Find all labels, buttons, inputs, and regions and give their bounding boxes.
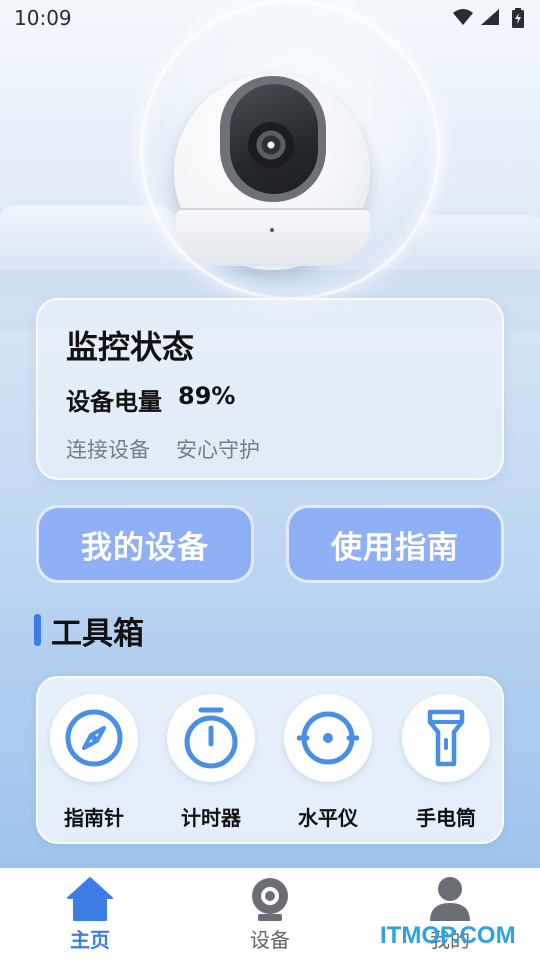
- battery-charging-icon: [512, 8, 524, 28]
- nav-devices[interactable]: 设备: [220, 876, 320, 956]
- heading-accent-bar: [34, 614, 41, 646]
- user-icon: [430, 877, 470, 921]
- monitor-status-card: 监控状态 设备电量 89% 连接设备 安心守护: [36, 298, 504, 480]
- nav-home[interactable]: 主页: [40, 876, 140, 956]
- status-time: 10:09: [14, 6, 72, 30]
- my-devices-button[interactable]: 我的设备: [36, 505, 254, 583]
- battery-label: 设备电量: [66, 388, 162, 416]
- sofa-background-right: [420, 215, 540, 275]
- peace-of-mind-text: 安心守护: [176, 438, 260, 462]
- battery-value: 89%: [178, 382, 236, 410]
- tool-label: 指南针: [64, 806, 124, 830]
- wifi-icon: [453, 9, 473, 25]
- home-screen: 10:09 监控状态 设备电量 89% 连接设备 安心守护 我的设备 使用指南: [0, 0, 540, 868]
- watermark-text: ITMOP.COM: [380, 922, 516, 949]
- tool-flashlight[interactable]: 手电筒: [396, 694, 496, 834]
- tool-compass[interactable]: 指南针: [44, 694, 144, 834]
- camera-icon: [252, 878, 288, 921]
- level-icon: [297, 711, 359, 765]
- battery-row: 设备电量 89%: [66, 382, 235, 417]
- user-guide-button[interactable]: 使用指南: [286, 505, 504, 583]
- tool-timer[interactable]: 计时器: [161, 694, 261, 834]
- tool-level[interactable]: 水平仪: [278, 694, 378, 834]
- compass-icon: [65, 709, 123, 767]
- nav-home-label: 主页: [70, 928, 110, 952]
- nav-devices-label: 设备: [250, 928, 290, 952]
- tool-label: 手电筒: [416, 806, 476, 830]
- tool-label: 水平仪: [298, 806, 358, 830]
- status-bar: 10:09: [0, 0, 540, 38]
- status-subtext-row: 连接设备 安心守护: [66, 434, 260, 464]
- connect-device-text: 连接设备: [66, 438, 150, 462]
- toolbox-heading: 工具箱: [34, 610, 144, 652]
- home-icon: [67, 877, 113, 921]
- signal-icon: [481, 9, 499, 25]
- flashlight-icon: [427, 709, 465, 767]
- timer-icon: [184, 707, 238, 769]
- toolbox-card: 指南针 计时器 水平仪 手电筒: [36, 676, 504, 844]
- card-title: 监控状态: [66, 328, 195, 366]
- tool-label: 计时器: [181, 806, 241, 830]
- toolbox-title: 工具箱: [51, 615, 144, 652]
